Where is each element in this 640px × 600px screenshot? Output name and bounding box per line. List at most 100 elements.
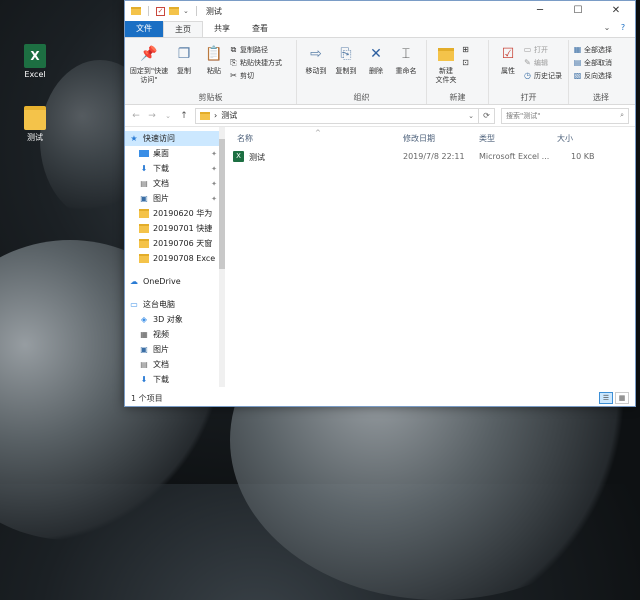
tab-view[interactable]: 查看 <box>241 21 279 37</box>
copy-path-label: 复制路径 <box>240 45 268 54</box>
recent-locations-button[interactable]: ⌄ <box>163 112 173 120</box>
documents-icon: ▤ <box>140 179 148 188</box>
open-label: 打开 <box>534 45 548 54</box>
tab-home[interactable]: 主页 <box>163 21 203 37</box>
paste-label: 粘贴 <box>207 67 221 75</box>
ribbon-tabs: 文件 主页 共享 查看 ⌄ ? <box>125 21 635 37</box>
search-input[interactable]: 搜索"测试" ⌕ <box>501 107 629 124</box>
nav-label: 20190706 天窗 <box>153 239 213 248</box>
pin-icon: ✦ <box>211 149 217 158</box>
rename-label: 重命名 <box>395 67 417 75</box>
explorer-window: ✓ ⌄ 测试 ─ ☐ ✕ 文件 主页 共享 查看 ⌄ ? 📌 固定到"快速访问"… <box>124 0 636 407</box>
delete-icon: ✕ <box>370 45 382 62</box>
large-icons-view-icon[interactable]: ▦ <box>615 392 629 404</box>
history-button[interactable]: ◷ 历史记录 <box>523 70 562 81</box>
invert-selection-button[interactable]: ▧ 反向选择 <box>573 70 612 81</box>
nav-item-videos[interactable]: ▦ 视频 <box>125 327 225 342</box>
edit-icon: ✎ <box>524 58 531 67</box>
nav-label: 下载 <box>153 164 169 173</box>
nav-label: 图片 <box>153 194 169 203</box>
address-bar[interactable]: › 测试 ⌄ <box>195 107 479 124</box>
nav-item-documents[interactable]: ▤ 文档 ✦ <box>125 176 225 191</box>
maximize-button[interactable]: ☐ <box>559 1 597 21</box>
path-separator: › <box>214 111 218 120</box>
nav-item-downloads[interactable]: ⬇ 下载 ✦ <box>125 161 225 176</box>
select-all-button[interactable]: ▦ 全部选择 <box>573 44 612 55</box>
group-label: 剪贴板 <box>198 93 223 102</box>
desktop-icon-excel[interactable]: X Excel <box>11 44 59 79</box>
address-dropdown-icon[interactable]: ⌄ <box>468 112 474 120</box>
refresh-button[interactable]: ⟳ <box>479 107 495 124</box>
help-icon[interactable]: ? <box>617 23 629 35</box>
breadcrumb[interactable]: 测试 <box>221 110 237 121</box>
nav-item-downloads[interactable]: ⬇ 下载 <box>125 372 225 387</box>
column-header-type[interactable]: 类型 <box>479 133 495 144</box>
nav-item-folder[interactable]: 20190620 华为 <box>125 206 225 221</box>
column-header-date[interactable]: 修改日期 <box>403 133 435 144</box>
nav-quick-access[interactable]: ★ 快速访问 <box>125 131 225 146</box>
file-name: 测试 <box>249 153 265 162</box>
collapse-ribbon-icon[interactable]: ⌄ <box>601 23 613 35</box>
easy-access-button[interactable]: ⊡ <box>461 57 470 68</box>
desktop-icon <box>139 150 149 157</box>
select-all-label: 全部选择 <box>584 45 612 54</box>
cloud-icon: ☁ <box>130 277 138 286</box>
minimize-button[interactable]: ─ <box>521 1 559 21</box>
select-none-button[interactable]: ▤ 全部取消 <box>573 57 612 68</box>
nav-label: 文档 <box>153 360 169 369</box>
customize-toolbar-icon[interactable]: ⌄ <box>183 7 189 15</box>
invert-selection-icon: ▧ <box>573 71 582 80</box>
column-header-name[interactable]: 名称 <box>237 133 253 144</box>
documents-icon: ▤ <box>140 360 148 369</box>
group-label: 选择 <box>593 93 609 102</box>
open-icon: ▭ <box>523 45 532 54</box>
file-row[interactable]: X 测试 2019/7/8 22:11 Microsoft Excel ... … <box>225 149 635 165</box>
file-type: Microsoft Excel ... <box>479 152 550 161</box>
copy-path-button[interactable]: ⧉ 复制路径 <box>229 44 282 55</box>
back-button[interactable]: ← <box>131 111 141 121</box>
nav-item-3d-objects[interactable]: ◈ 3D 对象 <box>125 312 225 327</box>
new-folder-icon[interactable] <box>169 7 179 15</box>
folder-icon <box>200 111 210 120</box>
nav-item-pictures[interactable]: ▣ 图片 <box>125 342 225 357</box>
file-size: 10 KB <box>571 152 595 161</box>
new-item-button[interactable]: ⊞ <box>461 44 470 55</box>
nav-item-folder[interactable]: 20190706 天窗 <box>125 236 225 251</box>
properties-icon: ☑ <box>501 45 515 62</box>
cut-button[interactable]: ✂ 剪切 <box>229 70 282 81</box>
paste-icon: 📋 <box>205 45 223 62</box>
nav-item-pictures[interactable]: ▣ 图片 ✦ <box>125 191 225 206</box>
paste-shortcut-button[interactable]: ⎘ 粘贴快捷方式 <box>229 57 282 68</box>
navigation-pane: ★ 快速访问 桌面 ✦ ⬇ 下载 ✦ ▤ 文档 ✦ ▣ 图片 ✦ 2019062… <box>125 127 225 387</box>
close-button[interactable]: ✕ <box>597 1 635 21</box>
column-header-size[interactable]: 大小 <box>557 133 573 144</box>
nav-item-folder[interactable]: 20190701 快捷 <box>125 221 225 236</box>
history-icon: ◷ <box>524 71 531 80</box>
properties-icon[interactable]: ✓ <box>156 6 165 16</box>
new-group: 新建 文件夹 ⊞ ⊡ 新建 <box>427 40 489 104</box>
nav-item-desktop[interactable]: 桌面 ✦ <box>125 146 225 161</box>
nav-item-folder[interactable]: 20190708 Exce <box>125 251 225 266</box>
folder-icon <box>436 43 456 65</box>
select-none-icon: ▤ <box>573 58 582 67</box>
desktop-icon-folder[interactable]: 测试 <box>11 106 59 143</box>
column-headers: ^ 名称 修改日期 类型 大小 <box>225 127 635 149</box>
up-button[interactable]: ↑ <box>179 111 189 121</box>
forward-button[interactable]: → <box>147 111 157 121</box>
edit-button[interactable]: ✎ 编辑 <box>523 57 562 68</box>
copy-to-label: 复制到 <box>335 67 357 75</box>
star-icon: ★ <box>130 134 138 143</box>
cut-icon: ✂ <box>230 71 237 80</box>
organize-group: ⇨ 移动到 ⎘ 复制到 ✕ 删除 ⌶ 重命名 组织 <box>297 40 427 104</box>
nav-this-pc[interactable]: ▭ 这台电脑 <box>125 297 225 312</box>
nav-onedrive[interactable]: ☁ OneDrive <box>125 274 225 289</box>
nav-item-documents[interactable]: ▤ 文档 <box>125 357 225 372</box>
tab-share[interactable]: 共享 <box>203 21 241 37</box>
nav-label: 图片 <box>153 345 169 354</box>
details-view-icon[interactable]: ☰ <box>599 392 613 404</box>
window-controls: ─ ☐ ✕ <box>521 1 635 21</box>
open-button[interactable]: ▭ 打开 <box>523 44 562 55</box>
tab-file[interactable]: 文件 <box>125 21 163 37</box>
window-title: 测试 <box>205 6 222 16</box>
easy-access-icon: ⊡ <box>462 58 469 67</box>
